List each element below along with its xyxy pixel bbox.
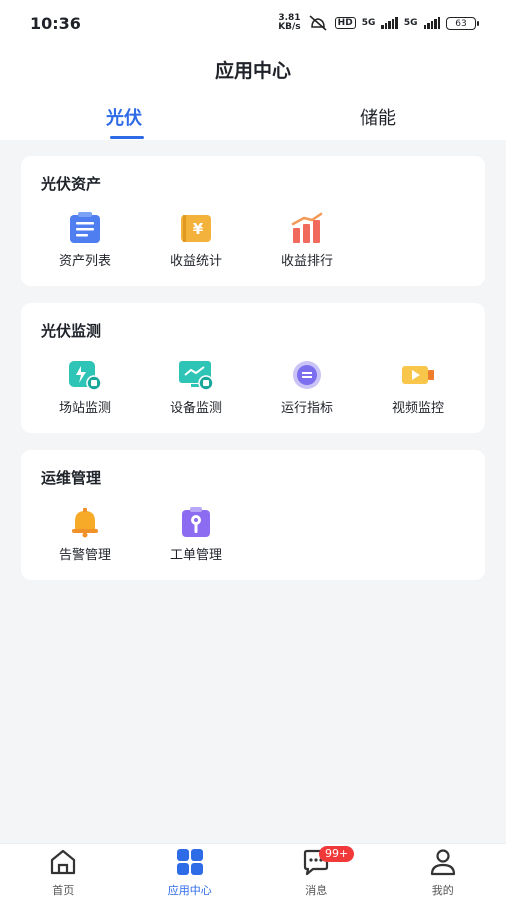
signal-1-label: 5G bbox=[361, 18, 376, 28]
device-monitor-icon bbox=[179, 361, 214, 391]
nav-label: 应用中心 bbox=[167, 884, 212, 897]
nav-messages[interactable]: 99+ 消息 bbox=[253, 844, 380, 900]
app-work-order-management[interactable]: 工单管理 bbox=[146, 506, 246, 563]
nav-label: 我的 bbox=[431, 884, 454, 897]
nav-profile[interactable]: 我的 bbox=[380, 844, 506, 900]
app-label: 工单管理 bbox=[169, 548, 222, 563]
app-label: 运行指标 bbox=[280, 401, 333, 416]
alarm-bell-icon bbox=[72, 508, 98, 538]
app-label: 收益统计 bbox=[169, 254, 222, 269]
app-revenue-ranking[interactable]: 收益排行 bbox=[257, 212, 357, 269]
status-indicators: 3.81 KB/s HD 5G 5G 63 bbox=[278, 14, 479, 32]
bar-chart-up-icon bbox=[291, 212, 323, 243]
status-bar: 10:36 3.81 KB/s HD 5G 5G 63 bbox=[0, 0, 506, 46]
section-om-management: 运维管理 告警管理 工单管理 bbox=[21, 450, 485, 580]
signal-2-icon bbox=[423, 17, 440, 29]
app-label: 场站监测 bbox=[58, 401, 111, 416]
app-asset-list[interactable]: 资产列表 bbox=[35, 212, 135, 269]
app-label: 收益排行 bbox=[280, 254, 333, 269]
mute-vibrate-icon bbox=[309, 15, 327, 31]
clipboard-list-icon bbox=[70, 212, 100, 243]
nav-app-center[interactable]: 应用中心 bbox=[127, 844, 254, 900]
app-alarm-management[interactable]: 告警管理 bbox=[35, 506, 135, 563]
nav-home[interactable]: 首页 bbox=[0, 844, 127, 900]
tab-energy-storage[interactable]: 储能 bbox=[360, 104, 396, 130]
section-title: 运维管理 bbox=[41, 469, 102, 487]
video-camera-icon bbox=[402, 366, 434, 384]
section-title: 光伏资产 bbox=[41, 175, 102, 193]
message-count-badge: 99+ bbox=[319, 846, 355, 862]
status-time: 10:36 bbox=[30, 13, 81, 33]
battery-indicator: 63 bbox=[446, 16, 479, 30]
app-video-surveillance[interactable]: 视频监控 bbox=[368, 359, 468, 416]
app-revenue-stats[interactable]: ¥ 收益统计 bbox=[146, 212, 246, 269]
network-speed-unit: KB/s bbox=[278, 22, 301, 32]
section-title: 光伏监测 bbox=[41, 322, 102, 340]
section-pv-monitoring: 光伏监测 场站监测 设备监测 运行指标 视频监控 bbox=[21, 303, 485, 433]
app-label: 视频监控 bbox=[391, 401, 444, 416]
operation-metric-icon bbox=[293, 361, 321, 389]
signal-1-icon bbox=[381, 17, 398, 29]
app-operation-metrics[interactable]: 运行指标 bbox=[257, 359, 357, 416]
network-speed: 3.81 KB/s bbox=[278, 14, 300, 32]
header: 应用中心 光伏 储能 bbox=[0, 46, 506, 140]
work-order-icon bbox=[182, 507, 210, 537]
app-grid-icon bbox=[176, 849, 203, 875]
yuan-ledger-icon: ¥ bbox=[181, 215, 211, 242]
tab-active-indicator bbox=[110, 136, 144, 139]
app-station-monitoring[interactable]: 场站监测 bbox=[35, 359, 135, 416]
nav-label: 消息 bbox=[305, 884, 328, 897]
station-monitor-icon bbox=[69, 361, 102, 391]
svg-text:¥: ¥ bbox=[193, 220, 204, 238]
bottom-nav: 首页 应用中心 99+ 消息 我的 bbox=[0, 843, 506, 900]
app-device-monitoring[interactable]: 设备监测 bbox=[146, 359, 246, 416]
signal-2-label: 5G bbox=[403, 18, 418, 28]
section-pv-assets: 光伏资产 资产列表 ¥ 收益统计 收益排行 bbox=[21, 156, 485, 286]
hd-badge: HD bbox=[334, 17, 356, 29]
tab-photovoltaic[interactable]: 光伏 bbox=[106, 104, 142, 130]
nav-label: 首页 bbox=[52, 884, 75, 897]
app-label: 资产列表 bbox=[58, 254, 111, 269]
home-icon bbox=[51, 849, 76, 875]
app-label: 告警管理 bbox=[58, 548, 111, 563]
profile-icon bbox=[430, 849, 455, 876]
app-label: 设备监测 bbox=[169, 401, 222, 416]
page-title: 应用中心 bbox=[214, 60, 291, 82]
